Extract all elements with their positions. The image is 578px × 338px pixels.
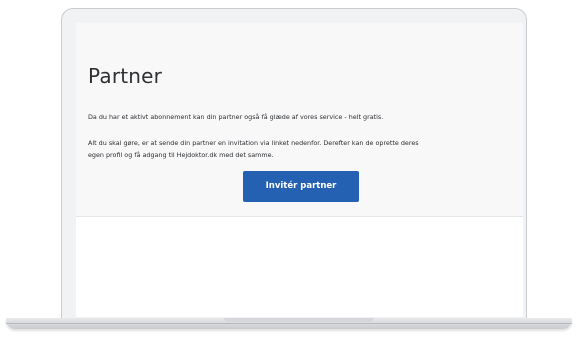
- intro-text: Da du har et aktivt abonnement kan din p…: [88, 113, 384, 121]
- instructions-line-1: Alt du skal gøre, er at sende din partne…: [88, 139, 419, 147]
- page-title: Partner: [88, 64, 163, 88]
- intro-paragraph: Da du har et aktivt abonnement kan din p…: [88, 111, 518, 123]
- instructions-line-2: egen profil og få adgang til Hejdoktor.d…: [88, 151, 274, 159]
- laptop-mockup: Partner Da du har et aktivt abonnement k…: [0, 0, 578, 338]
- laptop-base: [6, 318, 572, 329]
- instructions-paragraph: Alt du skal gøre, er at sende din partne…: [88, 137, 518, 161]
- partner-panel: Partner Da du har et aktivt abonnement k…: [76, 23, 523, 217]
- invite-partner-button[interactable]: Invitér partner: [243, 171, 359, 202]
- laptop-screen: Partner Da du har et aktivt abonnement k…: [76, 23, 523, 317]
- laptop-base-notch: [224, 318, 374, 322]
- laptop-base-line: [6, 323, 572, 324]
